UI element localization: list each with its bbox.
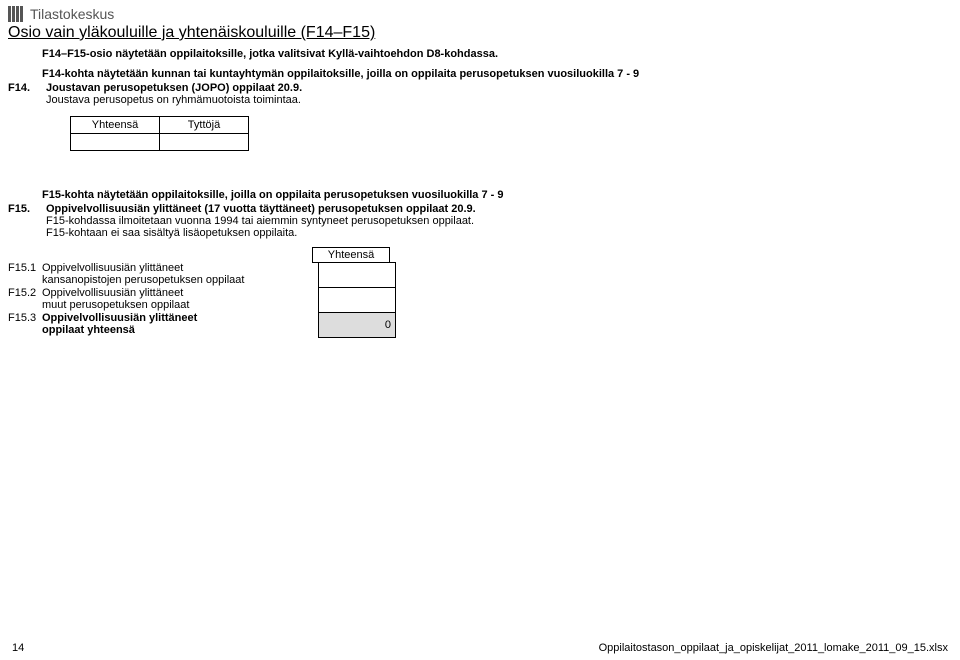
f15-code: F15.	[8, 203, 38, 215]
f15-sub2: F15-kohtaan ei saa sisältyä lisäopetukse…	[46, 227, 476, 239]
row-value: 0	[318, 312, 396, 338]
tilastokeskus-logo-icon	[8, 6, 24, 22]
page-footer: 14 Oppilaitostason_oppilaat_ja_opiskelij…	[0, 642, 960, 654]
f14-col1-header: Yhteensä	[71, 117, 160, 134]
row-value[interactable]	[318, 287, 396, 313]
table-row: F15.1Oppivelvollisuusiän ylittäneetkansa…	[8, 262, 952, 288]
table-row: F15.3Oppivelvollisuusiän ylittäneetoppil…	[8, 312, 952, 338]
row-code: F15.3	[8, 312, 42, 338]
footer-page: 14	[12, 642, 24, 654]
f14-code: F14.	[8, 82, 38, 94]
row-code: F15.2	[8, 287, 42, 313]
org-name: Tilastokeskus	[30, 6, 114, 22]
f15-table-body: F15.1Oppivelvollisuusiän ylittäneetkansa…	[8, 262, 952, 338]
f15-sub1: F15-kohdassa ilmoitetaan vuonna 1994 tai…	[46, 215, 476, 227]
f15-note: F15-kohta näytetään oppilaitoksille, joi…	[42, 189, 952, 201]
f14-col2-header: Tyttöjä	[160, 117, 249, 134]
org-logo-row: Tilastokeskus	[8, 6, 952, 22]
f14-note: F14-kohta näytetään kunnan tai kuntayhty…	[42, 68, 952, 80]
f14-col1-value[interactable]	[71, 134, 160, 151]
f14-table: Yhteensä Tyttöjä	[70, 116, 249, 151]
section-title: Osio vain yläkouluille ja yhtenäiskoului…	[8, 24, 952, 42]
f15-table-header: Yhteensä	[312, 247, 390, 263]
intro-text: F14–F15-osio näytetään oppilaitoksille, …	[42, 48, 952, 60]
f14-subnote: Joustava perusopetus on ryhmämuotoista t…	[46, 94, 302, 106]
row-code: F15.1	[8, 262, 42, 288]
table-row: F15.2Oppivelvollisuusiän ylittäneetmuut …	[8, 287, 952, 313]
row-label: Oppivelvollisuusiän ylittäneetoppilaat y…	[42, 312, 318, 338]
row-label: Oppivelvollisuusiän ylittäneetkansanopis…	[42, 262, 318, 288]
footer-file: Oppilaitostason_oppilaat_ja_opiskelijat_…	[599, 642, 948, 654]
row-value[interactable]	[318, 262, 396, 288]
f14-title: Joustavan perusopetuksen (JOPO) oppilaat…	[46, 82, 302, 94]
row-label: Oppivelvollisuusiän ylittäneetmuut perus…	[42, 287, 318, 313]
f15-title: Oppivelvollisuusiän ylittäneet (17 vuott…	[46, 203, 476, 215]
f14-col2-value[interactable]	[160, 134, 249, 151]
